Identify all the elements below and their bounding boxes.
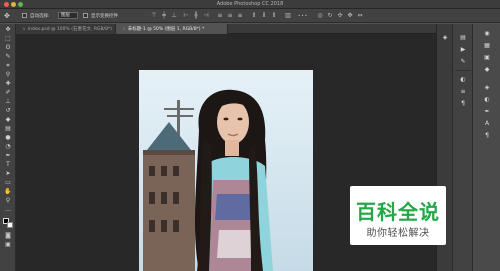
- title-bar: Adobe Photoshop CC 2018: [0, 0, 500, 9]
- crop-tool-icon[interactable]: ⌗: [3, 62, 13, 70]
- layers-icon[interactable]: ◈: [482, 84, 492, 92]
- align-vertical-center-icon[interactable]: ╪: [160, 12, 168, 20]
- auto-select-label: 自动选择:: [30, 14, 50, 19]
- tab-label: index.psd @ 100% (石墨花文, RGB/8*): [27, 27, 112, 32]
- brush-settings-icon[interactable]: ✎: [458, 58, 468, 66]
- eyedropper-tool-icon[interactable]: ⚲: [3, 71, 13, 79]
- auto-select-checkbox[interactable]: [22, 13, 27, 18]
- watermark-title: 百科全说: [356, 200, 440, 224]
- panel-dock-icons: ▤ ▶ ✎ ◐ ≡ ¶: [452, 24, 472, 271]
- watermark-subtitle: 助你轻松解决: [366, 228, 430, 239]
- canvas-photo[interactable]: [139, 70, 313, 271]
- color-panel-icon[interactable]: ◉: [482, 30, 492, 38]
- app-title: Adobe Photoshop CC 2018: [216, 1, 284, 7]
- layers-panel-icon[interactable]: ◈: [440, 34, 450, 42]
- screen-mode-icon[interactable]: ▣: [3, 241, 13, 249]
- properties-panel-icon[interactable]: ≡: [458, 88, 468, 96]
- move-tool-icon[interactable]: ✥: [3, 26, 13, 34]
- distribute-top-icon[interactable]: ≡: [216, 12, 224, 20]
- auto-align-icon[interactable]: ▥: [284, 12, 292, 20]
- rectangle-tool-icon[interactable]: ▭: [3, 179, 13, 187]
- align-top-icon[interactable]: ⊤: [150, 12, 158, 20]
- clone-stamp-tool-icon[interactable]: ⊥: [3, 98, 13, 106]
- marquee-tool-icon[interactable]: ⬚: [3, 35, 13, 43]
- close-tab-icon[interactable]: ×: [22, 27, 26, 32]
- eraser-tool-icon[interactable]: ◆: [3, 116, 13, 124]
- panel-dock-right: ◉ ▦ ▣ ◆ ◈ ◐ ✒ A ¶: [472, 24, 500, 271]
- document-tabs: × index.psd @ 100% (石墨花文, RGB/8*) × 未标题-1 …: [16, 24, 436, 34]
- swatches-panel-icon[interactable]: ▦: [482, 42, 492, 50]
- paragraph-panel-icon[interactable]: ¶: [458, 100, 468, 108]
- auto-select-dropdown[interactable]: 图层: [58, 12, 78, 19]
- watermark-logo: 百科全说 助你轻松解决: [350, 186, 446, 245]
- zoom-tool-icon[interactable]: ⚲: [3, 197, 13, 205]
- show-transform-checkbox[interactable]: [83, 13, 88, 18]
- close-tab-icon[interactable]: ×: [122, 27, 126, 32]
- distribute-center-icon[interactable]: ≡: [226, 12, 234, 20]
- 3d-slide-icon[interactable]: ⇔: [356, 12, 364, 20]
- blur-tool-icon[interactable]: ●: [3, 134, 13, 142]
- history-brush-tool-icon[interactable]: ↺: [3, 107, 13, 115]
- portrait-photo: [139, 70, 313, 271]
- lasso-tool-icon[interactable]: ʘ: [3, 44, 13, 52]
- dock-divider: [455, 70, 471, 71]
- 3d-rotate-icon[interactable]: ↻: [326, 12, 334, 20]
- paths-icon[interactable]: ✒: [482, 108, 492, 116]
- history-panel-icon[interactable]: ▤: [458, 34, 468, 42]
- type-tool-icon[interactable]: T: [3, 161, 13, 169]
- path-select-tool-icon[interactable]: ➤: [3, 170, 13, 178]
- actions-panel-icon[interactable]: ▶: [458, 46, 468, 54]
- adjustments-panel-icon[interactable]: ◐: [458, 76, 468, 84]
- channels-icon[interactable]: ◐: [482, 96, 492, 104]
- quick-mask-icon[interactable]: ◙: [3, 232, 13, 240]
- character-icon[interactable]: A: [482, 120, 492, 128]
- hand-tool-icon[interactable]: ✋: [3, 188, 13, 196]
- gradient-tool-icon[interactable]: ▤: [3, 125, 13, 133]
- healing-brush-tool-icon[interactable]: ✚: [3, 80, 13, 88]
- glyphs-icon[interactable]: ¶: [482, 132, 492, 140]
- brush-tool-icon[interactable]: ✐: [3, 89, 13, 97]
- tab-untitled-1[interactable]: × 未标题-1 @ 50% (图层 1, RGB/8*) *: [116, 24, 228, 34]
- pen-tool-icon[interactable]: ✒: [3, 152, 13, 160]
- align-bottom-icon[interactable]: ⊥: [170, 12, 178, 20]
- more-options-icon[interactable]: •••: [298, 13, 308, 18]
- align-horizontal-center-icon[interactable]: ╫: [192, 12, 200, 20]
- options-bar: ✥ 自动选择: 图层 显示变换控件 ⊤ ╪ ⊥ ⊢ ╫ ⊣ ≡ ≡ ≡ ⫴ ⫴ …: [0, 9, 500, 23]
- move-tool-preset-icon[interactable]: ✥: [4, 12, 13, 20]
- tab-label: 未标题-1 @ 50% (图层 1, RGB/8*) *: [127, 27, 205, 32]
- background-color-swatch[interactable]: [7, 222, 13, 228]
- distribute-left-icon[interactable]: ⫴: [250, 12, 258, 20]
- styles-panel-icon[interactable]: ◆: [482, 66, 492, 74]
- distribute-hcenter-icon[interactable]: ⫴: [260, 12, 268, 20]
- 3d-mode-icon[interactable]: ◎: [316, 12, 324, 20]
- tab-index-psd[interactable]: × index.psd @ 100% (石墨花文, RGB/8*): [16, 24, 116, 34]
- distribute-right-icon[interactable]: ⫴: [270, 12, 278, 20]
- libraries-panel-icon[interactable]: ▣: [482, 54, 492, 62]
- 3d-pan-icon[interactable]: ✥: [346, 12, 354, 20]
- 3d-roll-icon[interactable]: ✣: [336, 12, 344, 20]
- dodge-tool-icon[interactable]: ◔: [3, 143, 13, 151]
- quick-select-tool-icon[interactable]: ✎: [3, 53, 13, 61]
- tools-panel: ✥ ⬚ ʘ ✎ ⌗ ⚲ ✚ ✐ ⊥ ↺ ◆ ▤ ● ◔ ✒ T ➤ ▭ ✋ ⚲ …: [0, 24, 16, 271]
- align-left-icon[interactable]: ⊢: [182, 12, 190, 20]
- show-transform-label: 显示变换控件: [91, 14, 118, 19]
- align-right-icon[interactable]: ⊣: [202, 12, 210, 20]
- distribute-bottom-icon[interactable]: ≡: [236, 12, 244, 20]
- more-tools-icon[interactable]: …: [3, 206, 13, 214]
